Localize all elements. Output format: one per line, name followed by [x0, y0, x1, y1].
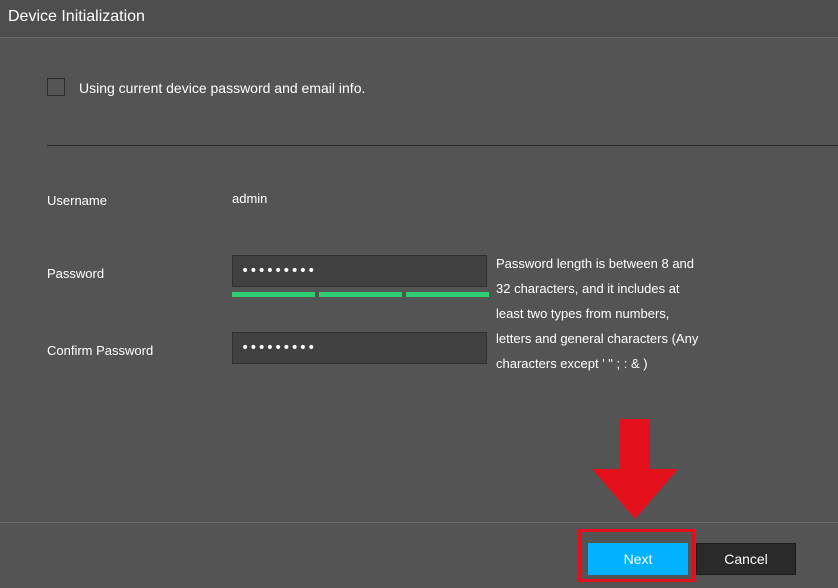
username-label: Username — [47, 193, 107, 208]
next-button[interactable]: Next — [588, 543, 688, 575]
password-strength-meter — [232, 292, 489, 297]
password-hint: Password length is between 8 and 32 char… — [496, 256, 699, 371]
confirm-password-label: Confirm Password — [47, 343, 154, 358]
section-divider — [47, 145, 838, 146]
down-arrow-icon — [592, 419, 678, 519]
password-label: Password — [47, 266, 105, 281]
strength-segment-1 — [232, 292, 315, 297]
strength-segment-2 — [319, 292, 402, 297]
cancel-button[interactable]: Cancel — [696, 543, 796, 575]
password-field[interactable] — [232, 255, 487, 287]
footer-divider — [0, 522, 838, 523]
confirm-password-field[interactable] — [232, 332, 487, 364]
title-bar: Device Initialization — [0, 0, 838, 38]
username-value: admin — [232, 191, 268, 206]
use-current-label[interactable]: Using current device password and email … — [79, 80, 365, 96]
window-title: Device Initialization — [8, 8, 145, 25]
use-current-checkbox[interactable] — [47, 78, 65, 96]
strength-segment-3 — [406, 292, 489, 297]
